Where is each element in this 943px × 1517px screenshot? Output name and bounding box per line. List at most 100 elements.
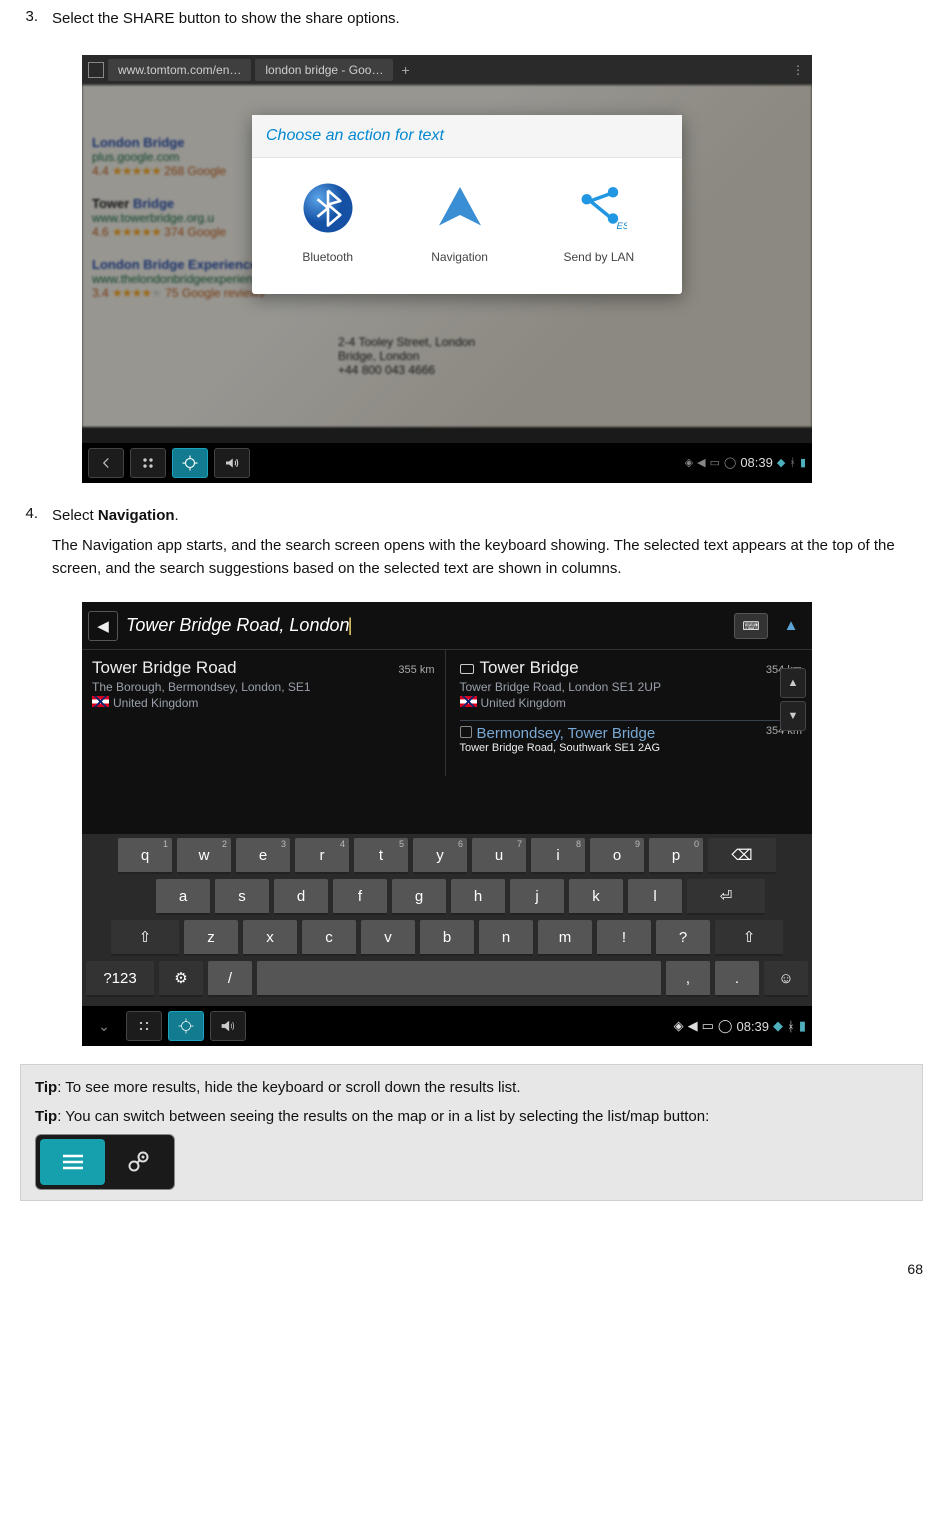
battery-icon: ▮: [799, 1018, 806, 1034]
key-settings[interactable]: ⚙: [159, 961, 203, 997]
share-bluetooth[interactable]: Bluetooth: [300, 180, 356, 264]
key-k[interactable]: k: [569, 879, 623, 915]
key-p[interactable]: p0: [649, 838, 703, 874]
browser-tab-bar: www.tomtom.com/en… london bridge - Goo… …: [82, 55, 812, 85]
key-d[interactable]: d: [274, 879, 328, 915]
step-3-num: 3.: [20, 8, 38, 39]
key-enter[interactable]: ⏎: [687, 879, 765, 915]
tip-1: Tip: To see more results, hide the keybo…: [35, 1077, 908, 1100]
tip-box: Tip: To see more results, hide the keybo…: [20, 1064, 923, 1201]
wifi-icon: ◆: [777, 456, 785, 469]
battery-icon: ▮: [800, 456, 806, 469]
bt-status-icon: ᚼ: [787, 1019, 795, 1034]
svg-text:ES: ES: [616, 221, 627, 232]
apps-button[interactable]: [130, 448, 166, 478]
key-123[interactable]: ?123: [86, 961, 154, 997]
bus-icon: [460, 726, 472, 738]
results-addresses: Tower Bridge Road355 km The Borough, Ber…: [82, 650, 446, 776]
volume-button[interactable]: [214, 448, 250, 478]
keyboard-toggle-button[interactable]: ⌨: [734, 613, 768, 639]
key-x[interactable]: x: [243, 920, 297, 956]
key-comma[interactable]: ,: [666, 961, 710, 997]
result-address-1[interactable]: Tower Bridge Road355 km The Borough, Ber…: [92, 658, 435, 710]
key-j[interactable]: j: [510, 879, 564, 915]
list-map-toggle[interactable]: [35, 1134, 175, 1190]
key-shift-right[interactable]: ⇧: [715, 920, 783, 956]
key-![interactable]: !: [597, 920, 651, 956]
key-o[interactable]: o9: [590, 838, 644, 874]
navigation-arrow-icon: [432, 180, 488, 236]
key-w[interactable]: w2: [177, 838, 231, 874]
result-poi-2[interactable]: Bermondsey, Tower Bridge 354 km Tower Br…: [460, 716, 803, 754]
result-poi-1[interactable]: Tower Bridge354 km Tower Bridge Road, Lo…: [460, 658, 803, 710]
key-a[interactable]: a: [156, 879, 210, 915]
sync-icon: ◯: [724, 456, 736, 469]
key-space[interactable]: [257, 961, 661, 997]
map-arrow-icon[interactable]: ▲: [776, 611, 806, 641]
key-emoji[interactable]: ☺: [764, 961, 808, 997]
key-s[interactable]: s: [215, 879, 269, 915]
image-icon: ▭: [710, 456, 720, 469]
camera-button[interactable]: [172, 448, 208, 478]
back-button[interactable]: [88, 448, 124, 478]
key-z[interactable]: z: [184, 920, 238, 956]
step-4-text: Select Navigation.: [52, 505, 923, 528]
step-4-num: 4.: [20, 505, 38, 589]
on-screen-keyboard: q1w2e3r4t5y6u7i8o9p0⌫ asdfghjkl⏎ ⇧zxcvbn…: [82, 834, 812, 1006]
search-input[interactable]: Tower Bridge Road, London|: [126, 615, 726, 636]
scroll-up-button[interactable]: ▲: [780, 668, 806, 698]
gps-icon: ◈: [674, 1018, 684, 1034]
key-slash[interactable]: /: [208, 961, 252, 997]
poi-icon: [460, 664, 474, 674]
step-4: 4. Select Navigation. The Navigation app…: [20, 505, 923, 589]
window-icon: [88, 62, 104, 78]
key-i[interactable]: i8: [531, 838, 585, 874]
apps-button[interactable]: [126, 1011, 162, 1041]
map-pin-icon: [105, 1139, 170, 1185]
share-send-lan[interactable]: ES Send by LAN: [563, 180, 634, 264]
list-icon: [40, 1139, 105, 1185]
browser-tab-1[interactable]: www.tomtom.com/en…: [108, 59, 251, 81]
sync-icon: ◯: [718, 1018, 733, 1034]
step-4-desc: The Navigation app starts, and the searc…: [52, 535, 923, 580]
key-dot[interactable]: .: [715, 961, 759, 997]
new-tab-icon[interactable]: +: [401, 62, 409, 78]
key-m[interactable]: m: [538, 920, 592, 956]
expand-button[interactable]: ⌄: [88, 1018, 120, 1035]
key-h[interactable]: h: [451, 879, 505, 915]
key-t[interactable]: t5: [354, 838, 408, 874]
send-icon: ◀: [688, 1018, 698, 1034]
browser-tab-2[interactable]: london bridge - Goo…: [255, 59, 393, 81]
key-c[interactable]: c: [302, 920, 356, 956]
search-back-button[interactable]: ◀: [88, 611, 118, 641]
bt-status-icon: ᚼ: [789, 457, 796, 469]
share-navigation[interactable]: Navigation: [431, 180, 488, 264]
key-backspace[interactable]: ⌫: [708, 838, 776, 874]
wifi-icon: ◆: [773, 1018, 783, 1034]
step-3: 3. Select the SHARE button to show the s…: [20, 8, 923, 39]
gps-icon: ◈: [685, 456, 693, 469]
key-b[interactable]: b: [420, 920, 474, 956]
bluetooth-icon: [300, 180, 356, 236]
key-e[interactable]: e3: [236, 838, 290, 874]
volume-button[interactable]: [210, 1011, 246, 1041]
tip-2: Tip: You can switch between seeing the r…: [35, 1106, 908, 1129]
scroll-down-button[interactable]: ▼: [780, 701, 806, 731]
key-g[interactable]: g: [392, 879, 446, 915]
tab-overflow-icon[interactable]: ⋮: [792, 63, 806, 77]
key-q[interactable]: q1: [118, 838, 172, 874]
key-v[interactable]: v: [361, 920, 415, 956]
key-l[interactable]: l: [628, 879, 682, 915]
key-?[interactable]: ?: [656, 920, 710, 956]
camera-button[interactable]: [168, 1011, 204, 1041]
key-u[interactable]: u7: [472, 838, 526, 874]
key-r[interactable]: r4: [295, 838, 349, 874]
clock: ◈ ◀ ▭ ◯ 08:39 ◆ ᚼ ▮: [685, 455, 806, 470]
key-n[interactable]: n: [479, 920, 533, 956]
uk-flag-icon: [92, 696, 109, 707]
key-y[interactable]: y6: [413, 838, 467, 874]
results-poi: Tower Bridge354 km Tower Bridge Road, Lo…: [450, 650, 813, 776]
screenshot-nav-search: ◀ Tower Bridge Road, London| ⌨ ▲ Tower B…: [82, 602, 812, 1046]
key-f[interactable]: f: [333, 879, 387, 915]
key-shift-left[interactable]: ⇧: [111, 920, 179, 956]
